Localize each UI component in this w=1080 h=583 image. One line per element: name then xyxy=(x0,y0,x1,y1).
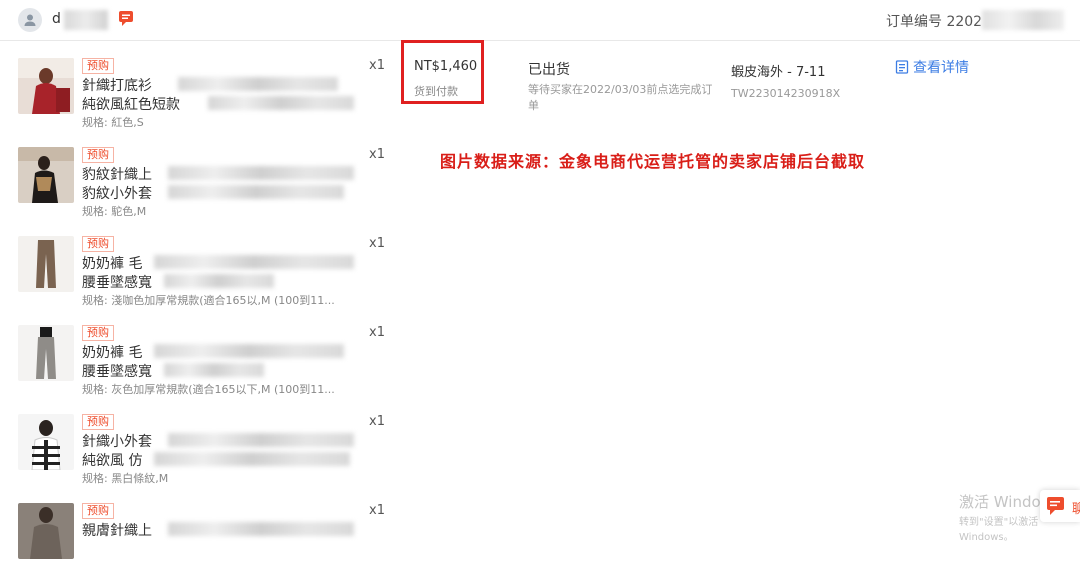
chat-icon[interactable] xyxy=(118,10,136,32)
product-name-line2[interactable]: 豹紋小外套 xyxy=(82,183,152,203)
product-quantity: x1 xyxy=(369,147,385,162)
blurred-text xyxy=(168,185,344,199)
blurred-order-number xyxy=(982,10,1064,30)
product-quantity: x1 xyxy=(369,414,385,429)
order-status-note: 等待买家在2022/03/03前点选完成订单 xyxy=(528,83,713,112)
product-quantity: x1 xyxy=(369,503,385,518)
preorder-tag: 预购 xyxy=(82,236,114,252)
product-thumbnail[interactable] xyxy=(18,236,74,292)
product-name-line1[interactable]: 奶奶褲 毛 xyxy=(82,253,142,273)
product-spec: 规格: 灰色加厚常規款(適合165以下,M (100到11... xyxy=(82,383,335,396)
product-spec: 规格: 淺咖色加厚常規款(適合165以,M (100到11... xyxy=(82,294,335,307)
blurred-text xyxy=(168,166,354,180)
product-name-line1[interactable]: 針織小外套 xyxy=(82,431,152,451)
source-watermark-text: 图片数据来源：金象电商代运营托管的卖家店铺后台截取 xyxy=(440,152,866,171)
order-number-label: 订单编号 2202 xyxy=(886,14,983,30)
order-status: 已出货 xyxy=(528,62,570,78)
preorder-tag: 预购 xyxy=(82,147,114,163)
product-row[interactable]: 预购 針織打底衫 純欲風紅色短款 规格: 紅色,S x1 xyxy=(18,58,388,138)
buyer-username[interactable]: d xyxy=(52,11,61,27)
product-row[interactable]: 预购 奶奶褲 毛 腰垂墜感寬 规格: 淺咖色加厚常規款(適合165以,M (10… xyxy=(18,236,388,316)
floating-chat-button[interactable]: 聊 xyxy=(1040,490,1080,522)
price-highlight-box: NT$1,460 货到付款 xyxy=(401,40,484,104)
product-row[interactable]: 预购 針織小外套 純欲風 仿 规格: 黑白條紋,M x1 xyxy=(18,414,388,494)
product-spec: 规格: 駝色,M xyxy=(82,205,147,218)
product-quantity: x1 xyxy=(369,236,385,251)
user-avatar-icon[interactable] xyxy=(18,8,42,32)
order-total-price: NT$1,460 xyxy=(414,59,478,74)
preorder-tag: 预购 xyxy=(82,503,114,519)
blurred-text xyxy=(168,433,354,447)
blurred-text xyxy=(208,96,354,110)
product-spec: 规格: 黑白條紋,M xyxy=(82,472,169,485)
blurred-text xyxy=(164,274,274,288)
product-name-line1[interactable]: 奶奶褲 毛 xyxy=(82,342,142,362)
preorder-tag: 预购 xyxy=(82,58,114,74)
floating-chat-label: 聊 xyxy=(1072,502,1080,517)
product-row[interactable]: 预购 親膚針織上 x1 xyxy=(18,503,388,583)
payment-method: 货到付款 xyxy=(414,85,458,98)
shipping-carrier: 蝦皮海外 - 7-11 xyxy=(731,65,826,80)
product-thumbnail[interactable] xyxy=(18,414,74,470)
blurred-text xyxy=(154,344,344,358)
blurred-text xyxy=(154,452,350,466)
product-name-line2[interactable]: 純欲風紅色短款 xyxy=(82,94,180,114)
product-name-line1[interactable]: 針織打底衫 xyxy=(82,75,152,95)
product-name-line2[interactable]: 純欲風 仿 xyxy=(82,450,142,470)
tracking-number: TW223014230918X xyxy=(731,87,841,100)
product-thumbnail[interactable] xyxy=(18,147,74,203)
product-row[interactable]: 预购 奶奶褲 毛 腰垂墜感寬 规格: 灰色加厚常規款(適合165以下,M (10… xyxy=(18,325,388,405)
product-spec: 规格: 紅色,S xyxy=(82,116,144,129)
product-name-line2[interactable]: 腰垂墜感寬 xyxy=(82,272,152,292)
product-quantity: x1 xyxy=(369,58,385,73)
preorder-tag: 预购 xyxy=(82,325,114,341)
blurred-text xyxy=(178,77,338,91)
view-details-label[interactable]: 查看详情 xyxy=(913,60,969,76)
blurred-text xyxy=(154,255,354,269)
blurred-username xyxy=(64,10,108,30)
blurred-text xyxy=(164,363,264,377)
product-name-line1[interactable]: 豹紋針織上 xyxy=(82,164,152,184)
product-thumbnail[interactable] xyxy=(18,58,74,114)
chat-icon xyxy=(1047,497,1064,515)
preorder-tag: 预购 xyxy=(82,414,114,430)
product-thumbnail[interactable] xyxy=(18,503,74,559)
document-icon xyxy=(895,60,909,74)
product-thumbnail[interactable] xyxy=(18,325,74,381)
order-header: d 订单编号 2202 xyxy=(0,0,1080,41)
product-quantity: x1 xyxy=(369,325,385,340)
blurred-text xyxy=(168,522,354,536)
product-name-line2[interactable]: 腰垂墜感寬 xyxy=(82,361,152,381)
product-name-line1[interactable]: 親膚針織上 xyxy=(82,520,152,540)
product-row[interactable]: 预购 豹紋針織上 豹紋小外套 规格: 駝色,M x1 xyxy=(18,147,388,227)
view-details-link[interactable]: 查看详情 xyxy=(895,57,969,77)
